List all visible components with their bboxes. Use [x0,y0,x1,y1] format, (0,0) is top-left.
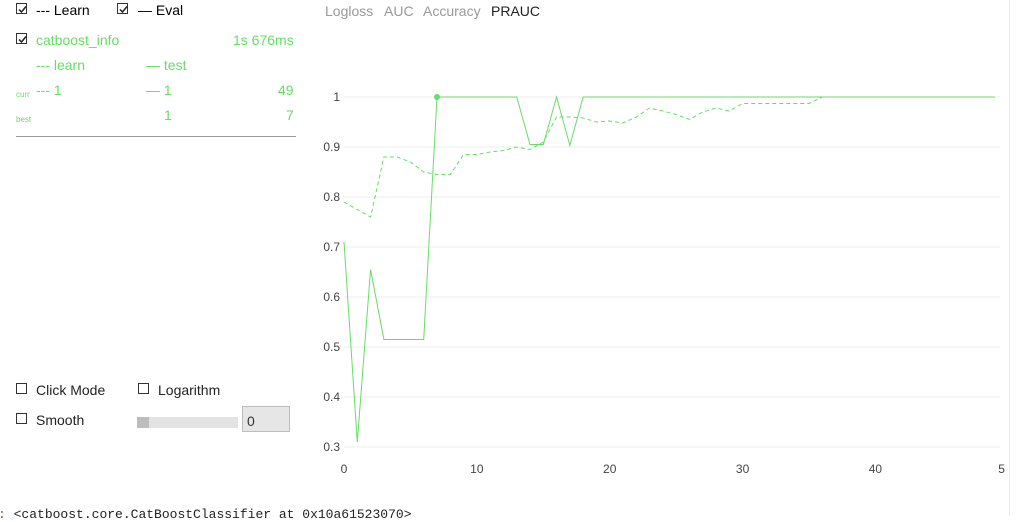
curr-label: curr [16,90,30,99]
catboost-info-checkbox[interactable] [16,33,27,44]
check-icon [119,6,128,14]
test-column-header: — test [146,57,187,73]
run-time: 1s 676ms [233,32,294,48]
eval-legend-label: — Eval [138,2,184,18]
best-point-marker [434,94,440,100]
smooth-label: Smooth [36,412,85,428]
click-mode-label: Click Mode [36,382,106,398]
check-icon [18,36,27,44]
logarithm-checkbox[interactable] [138,383,149,394]
eval-checkbox[interactable] [117,3,128,14]
tab-logloss[interactable]: Logloss [325,3,373,19]
y-tick-label: 0.3 [323,440,340,454]
output-marker: : [0,507,6,522]
x-tick-label: 20 [603,462,617,476]
logarithm-label: Logarithm [158,382,221,398]
y-tick-label: 1 [333,90,340,104]
tab-prauc[interactable]: PRAUC [491,3,540,19]
x-tick-label: 40 [869,462,883,476]
right-border [1009,0,1010,516]
smooth-checkbox[interactable] [16,413,27,424]
best-test-value: 1 [164,107,172,123]
y-tick-label: 0.7 [323,240,340,254]
y-tick-label: 0.9 [323,140,340,154]
info-divider [16,136,296,137]
smooth-value-input[interactable]: 0 [242,406,290,432]
curr-iteration: 49 [278,82,294,98]
tab-auc[interactable]: AUC [384,3,414,19]
best-label: best [16,115,32,124]
y-tick-label: 0.8 [323,190,340,204]
curr-learn-value: --- 1 [36,82,62,98]
console-output-text: <catboost.core.CatBoostClassifier at 0x1… [13,507,412,522]
tab-accuracy[interactable]: Accuracy [423,3,481,19]
click-mode-checkbox[interactable] [16,383,27,394]
y-tick-label: 0.6 [323,290,340,304]
run-name: catboost_info [36,32,120,48]
console-output: : <catboost.core.CatBoostClassifier at 0… [0,507,412,522]
y-tick-label: 0.5 [323,340,340,354]
y-tick-label: 0.4 [323,390,340,404]
smooth-slider-track[interactable] [137,417,238,428]
learn-legend-label: --- Learn [36,2,90,18]
x-tick-label: 0 [341,462,348,476]
x-tick-label: 5 [998,462,1005,476]
x-tick-label: 30 [736,462,750,476]
learn-checkbox[interactable] [16,3,27,14]
series-line-learn [343,96,995,218]
smooth-slider-handle[interactable] [137,417,149,428]
series-line-test [343,95,995,443]
check-icon [18,6,27,14]
curr-test-value: — 1 [146,82,172,98]
best-iteration: 7 [286,107,294,123]
prauc-chart[interactable]: 0.30.40.50.60.70.80.910 10 20 30 40 5 [300,60,1005,480]
learn-column-header: --- learn [36,57,86,73]
x-tick-label: 10 [470,462,484,476]
